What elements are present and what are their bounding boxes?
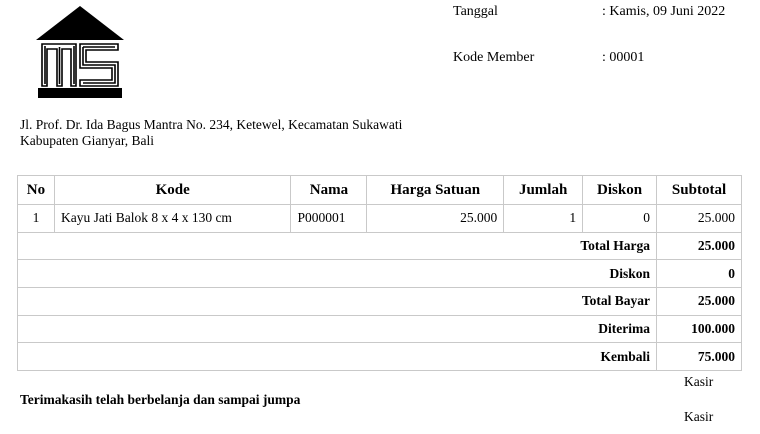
receipt-table: No Kode Nama Harga Satuan Jumlah Diskon … — [16, 175, 742, 372]
header-harga-satuan: Harga Satuan — [366, 175, 505, 205]
header-nama: Nama — [290, 175, 368, 205]
summary-row-total-harga: Total Harga 25.000 — [16, 231, 742, 261]
summary-label: Total Bayar — [16, 287, 658, 316]
summary-value: 75.000 — [656, 342, 742, 372]
cell-harga-satuan: 25.000 — [366, 204, 505, 233]
date-value: : Kamis, 09 Juni 2022 — [602, 4, 726, 19]
date-label: Tanggal — [453, 4, 498, 19]
thank-you-message: Terimakasih telah berbelanja dan sampai … — [20, 392, 301, 407]
header-jumlah: Jumlah — [503, 175, 584, 205]
cell-subtotal: 25.000 — [656, 204, 742, 233]
address-line-1: Jl. Prof. Dr. Ida Bagus Mantra No. 234, … — [20, 117, 403, 132]
summary-row-total-bayar: Total Bayar 25.000 — [16, 287, 742, 316]
cell-diskon: 0 — [582, 204, 658, 233]
summary-value: 100.000 — [656, 314, 742, 344]
header-subtotal: Subtotal — [656, 175, 742, 205]
summary-row-diterima: Diterima 100.000 — [16, 314, 742, 344]
store-logo — [36, 6, 124, 98]
cashier-signature: Kasir — [684, 409, 714, 424]
cell-no: 1 — [17, 204, 55, 233]
member-code-label: Kode Member — [453, 50, 535, 65]
cell-jumlah: 1 — [503, 204, 584, 233]
header-no: No — [17, 175, 55, 205]
summary-label: Diskon — [16, 259, 658, 289]
summary-value: 0 — [656, 259, 742, 289]
summary-value: 25.000 — [656, 231, 742, 261]
store-address: Jl. Prof. Dr. Ida Bagus Mantra No. 234, … — [20, 117, 402, 149]
header-diskon: Diskon — [582, 175, 658, 205]
summary-row-diskon: Diskon 0 — [16, 259, 742, 289]
cell-kode: Kayu Jati Balok 8 x 4 x 130 cm — [53, 204, 292, 233]
cell-nama: P000001 — [290, 204, 368, 233]
summary-row-kembali: Kembali 75.000 — [16, 342, 742, 372]
header-kode: Kode — [53, 175, 292, 205]
member-code-value: : 00001 — [602, 50, 645, 65]
cashier-label: Kasir — [684, 374, 714, 389]
address-line-2: Kabupaten Gianyar, Bali — [20, 133, 155, 148]
summary-label: Total Harga — [16, 231, 658, 261]
summary-label: Diterima — [16, 314, 658, 344]
summary-label: Kembali — [16, 342, 658, 372]
table-row: 1 Kayu Jati Balok 8 x 4 x 130 cm P000001… — [17, 204, 742, 233]
table-header-row: No Kode Nama Harga Satuan Jumlah Diskon … — [17, 175, 742, 205]
summary-value: 25.000 — [656, 287, 742, 316]
